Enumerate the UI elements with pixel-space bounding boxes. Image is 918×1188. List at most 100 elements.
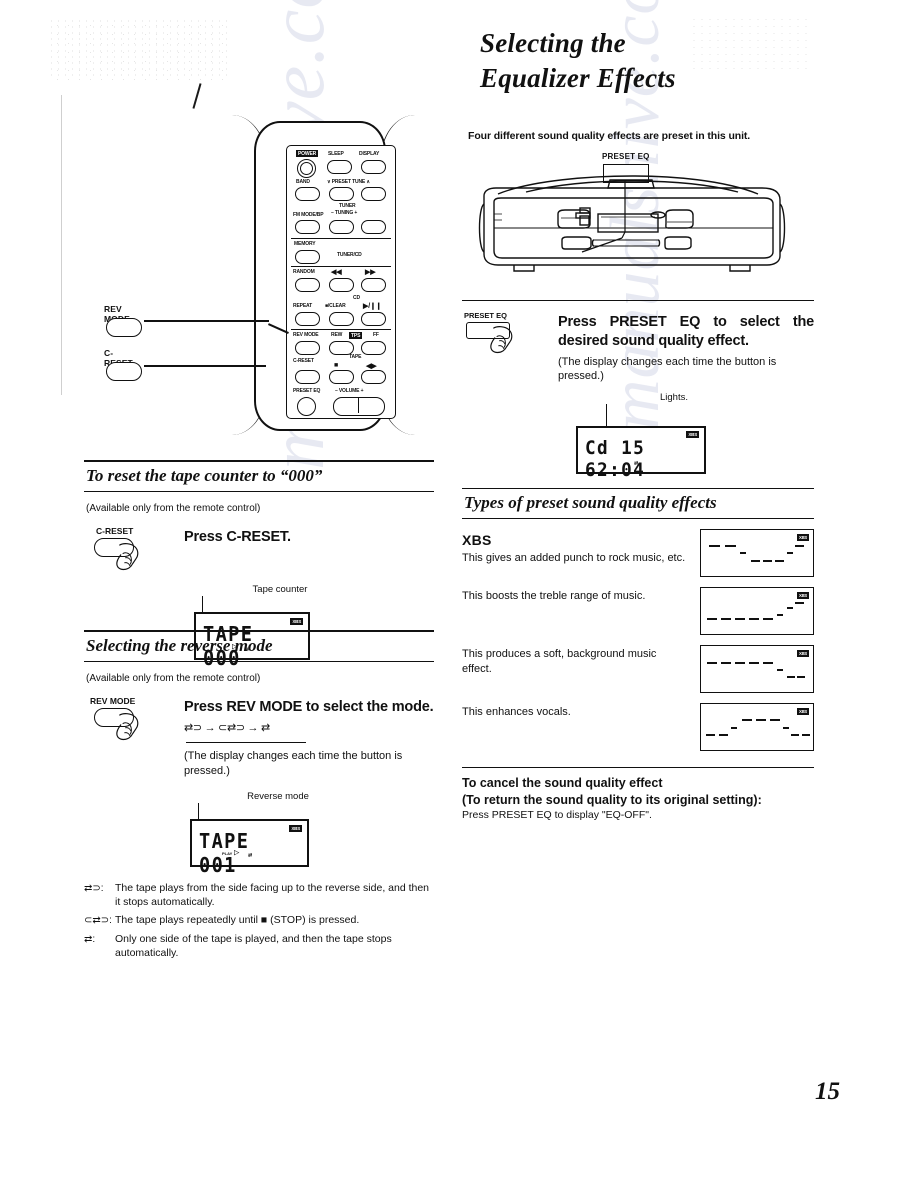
press-graphic-preset-eq: PRESET EQ [462, 311, 544, 384]
remote-label-band: BAND [296, 179, 310, 185]
remote-label-tape: TAPE [349, 354, 362, 360]
reverse-mode-sequence: ⇄⊃ → ⊂⇄⊃ → ⇄ [184, 722, 270, 735]
press-label-c-reset: C-RESET [96, 526, 134, 536]
remote-button-skip-back[interactable] [329, 278, 354, 292]
scan-edge-line [61, 95, 62, 395]
lcd-caption-tape-counter: Tape counter [252, 584, 308, 595]
section-heading-effect-types: Types of preset sound quality effects [462, 488, 814, 520]
section-cancel-effect: To cancel the sound quality effect (To r… [462, 767, 814, 821]
effect-badge-2: XBS [796, 650, 809, 658]
remote-label-c-reset: C-RESET [293, 358, 314, 364]
press-graphic-rev-mode: REV MODE [84, 696, 170, 779]
remote-button-display[interactable] [361, 160, 386, 174]
remote-divider-1 [291, 238, 391, 239]
remote-label-preset-tune: ∨ PRESET TUNE ∧ [327, 179, 370, 185]
remote-button-play-pause[interactable] [361, 312, 386, 326]
remote-label-tape-stop: ■ [334, 362, 339, 369]
lcd-group-preset-eq: Lights. Cd 15 62:04 XBS ⇄ [562, 392, 742, 481]
remote-label-volume: – VOLUME + [335, 388, 364, 394]
mode-symbol-1: ⊂⇄⊃: [84, 915, 112, 927]
remote-label-sleep: SLEEP [328, 151, 344, 157]
mode-text-0: The tape plays from the side facing up t… [115, 881, 430, 909]
mode-symbol-0: ⇄⊃: [84, 882, 104, 894]
effects-list: XBS This gives an added punch to rock mu… [462, 529, 814, 752]
section-reverse-mode: Selecting the reverse mode (Available on… [84, 630, 434, 960]
divider-above-step [462, 300, 814, 302]
remote-label-tps: TPS [349, 332, 363, 339]
list-item: ⊂⇄⊃: The tape plays repeatedly until ■ (… [84, 913, 434, 928]
list-item: This produces a soft, background music e… [462, 645, 814, 694]
remote-label-skip-fwd: ▶▶ [365, 269, 376, 276]
stereo-unit-illustration: PRESET EQ [462, 152, 814, 292]
lcd-reverse-icon-3: ⇄ [634, 459, 639, 468]
remote-label-repeat: REPEAT [293, 303, 313, 309]
list-item: ⇄: Only one side of the tape is played, … [84, 932, 434, 961]
reverse-mode-legend: ⇄⊃: The tape plays from the side facing … [84, 881, 434, 961]
remote-label-tape-play: ◀▶ [366, 363, 377, 370]
remote-label-cd: CD [353, 295, 360, 301]
remote-button-memory[interactable] [295, 250, 320, 264]
remote-label-random: RANDOM [293, 269, 315, 275]
cancel-heading-line2: (To return the sound quality to its orig… [462, 792, 762, 807]
page-number: 15 [815, 1078, 840, 1105]
lcd-caption-leader-2 [198, 802, 199, 819]
mode-text-1: The tape plays repeatedly until ■ (STOP)… [115, 914, 360, 927]
step-title-preset-eq: Press PRESET EQ to select the desired so… [558, 314, 814, 350]
effect-description-2: This produces a soft, background music e… [462, 648, 657, 676]
cancel-body-text: Press PRESET EQ to display "EQ-OFF". [462, 809, 652, 822]
remote-button-band[interactable] [295, 187, 320, 201]
remote-button-preset-eq[interactable] [297, 397, 316, 416]
remote-divider-3 [291, 329, 391, 330]
remote-button-repeat[interactable] [295, 312, 320, 326]
remote-button-stop-clear[interactable] [329, 312, 354, 326]
lcd-play-icon-2: ▷ [234, 847, 240, 858]
intro-text: Four different sound quality effects are… [468, 130, 751, 143]
remote-label-tuner-cd: TUNER/CD [337, 252, 362, 258]
remote-button-tuning-up[interactable] [361, 220, 386, 234]
lcd-display-preset-eq: Cd 15 62:04 XBS ⇄ [576, 426, 706, 481]
remote-label-rew: REW [331, 332, 343, 338]
remote-button-tape-play[interactable] [361, 370, 386, 384]
remote-button-skip-forward[interactable] [361, 278, 386, 292]
remote-button-sleep[interactable] [327, 160, 352, 174]
effect-curve-display-0: XBS [700, 529, 814, 578]
step-preset-eq: PRESET EQ Press PRESET EQ to select the … [462, 311, 814, 384]
step-title-c-reset: Press C-RESET. [184, 529, 291, 545]
scan-noise-artifact [48, 18, 228, 80]
lcd-badge-xbs-3: XBS [686, 431, 699, 439]
press-label-rev-mode: REV MODE [90, 696, 136, 706]
callout-key-c-reset [106, 362, 142, 381]
remote-label-skip-back: ◀◀ [331, 269, 342, 276]
note-remote-only-counter: (Available only from the remote control) [86, 503, 261, 514]
remote-label-preset-eq: PRESET EQ [293, 388, 321, 394]
remote-button-ff[interactable] [361, 341, 386, 355]
remote-button-c-reset[interactable] [295, 370, 320, 384]
remote-button-preset-down[interactable] [329, 187, 354, 201]
page-title-line2: Equalizer Effects [480, 63, 676, 94]
remote-button-rew[interactable] [329, 341, 354, 355]
remote-button-tuning-down[interactable] [329, 220, 354, 234]
effect-description-0: This gives an added punch to rock music,… [462, 552, 686, 565]
effect-description-1: This boosts the treble range of music. [462, 590, 646, 603]
lcd-play-label-2: PLAY [222, 850, 233, 856]
remote-button-volume[interactable] [333, 397, 385, 416]
effect-badge-1: XBS [796, 592, 809, 600]
remote-power-inner-ring [300, 162, 313, 175]
remote-button-fm-mode[interactable] [295, 220, 320, 234]
remote-control-illustration: POWER SLEEP DISPLAY BAND ∨ PRESET TUNE ∧… [144, 115, 414, 435]
remote-button-rev-mode[interactable] [295, 341, 320, 355]
remote-button-preset-up[interactable] [361, 187, 386, 201]
remote-button-tape-stop[interactable] [329, 370, 354, 384]
lcd-value-preset-eq: Cd 15 62:04 [585, 437, 646, 482]
unit-line-drawing [478, 175, 786, 272]
lcd-caption-lights: Lights. [660, 392, 688, 404]
remote-label-tuner: TUNER [339, 203, 356, 209]
remote-label-ff: FF [373, 332, 379, 338]
effect-description-3: This enhances vocals. [462, 706, 571, 719]
remote-divider-2 [291, 266, 391, 267]
effect-name-0: XBS [462, 532, 492, 549]
remote-button-random[interactable] [295, 278, 320, 292]
remote-volume-split [358, 398, 359, 413]
remote-label-rev-mode: REV MODE [293, 332, 319, 338]
page-title-line1: Selecting the [480, 28, 626, 58]
